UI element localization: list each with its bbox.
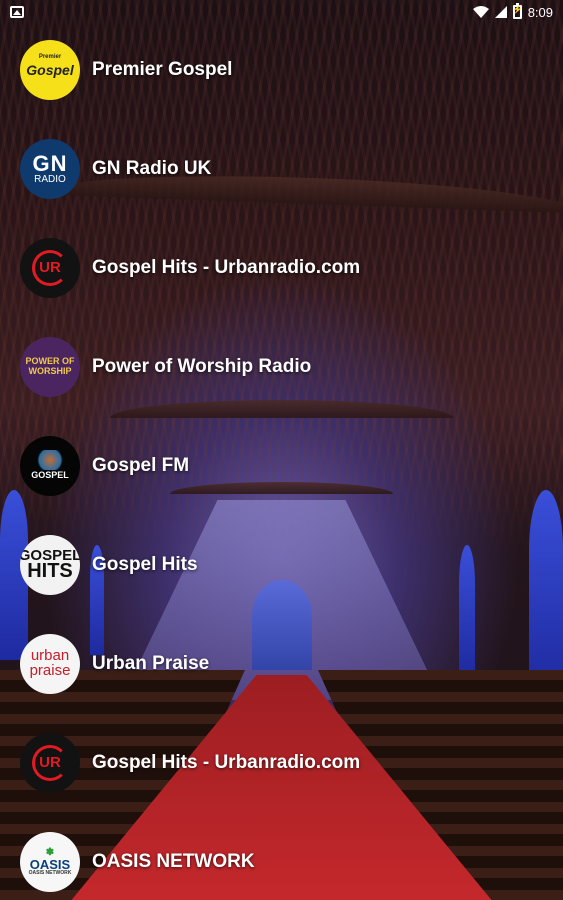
- image-notification-icon: [10, 6, 24, 18]
- station-logo: POWER OF WORSHIP: [20, 336, 80, 397]
- station-item-gn-radio-uk[interactable]: GN RADIO GN Radio UK: [0, 119, 563, 218]
- station-name: GN Radio UK: [92, 157, 212, 179]
- station-item-gospel-hits-urbanradio[interactable]: UR Gospel Hits - Urbanradio.com: [0, 218, 563, 317]
- station-name: Urban Praise: [92, 652, 210, 674]
- clock: 8:09: [527, 4, 553, 20]
- station-item-gospel-fm[interactable]: GOSPEL Gospel FM: [0, 416, 563, 515]
- station-logo: GOSPEL: [20, 435, 80, 496]
- station-name: Gospel Hits: [92, 553, 198, 575]
- station-logo: urban praise: [20, 633, 80, 694]
- station-name: Power of Worship Radio: [92, 355, 312, 377]
- station-logo: Premier Gospel: [20, 39, 80, 100]
- station-logo: UR: [20, 237, 80, 298]
- station-name: Gospel FM: [92, 454, 190, 476]
- station-item-power-of-worship[interactable]: POWER OF WORSHIP Power of Worship Radio: [0, 317, 563, 416]
- station-logo: ✽ OASIS OASIS NETWORK: [20, 831, 80, 892]
- station-item-urban-praise[interactable]: urban praise Urban Praise: [0, 614, 563, 713]
- station-logo: GN RADIO: [20, 138, 80, 199]
- station-item-oasis-network[interactable]: ✽ OASIS OASIS NETWORK OASIS NETWORK: [0, 812, 563, 900]
- signal-icon: [494, 6, 507, 18]
- station-name: Gospel Hits - Urbanradio.com: [92, 256, 361, 278]
- station-list: Premier Gospel Premier Gospel GN RADIO G…: [0, 20, 563, 900]
- station-name: Gospel Hits - Urbanradio.com: [92, 751, 361, 773]
- station-item-gospel-hits[interactable]: GOSPEL HITS Gospel Hits: [0, 515, 563, 614]
- station-logo: GOSPEL HITS: [20, 534, 80, 595]
- station-name: OASIS NETWORK: [92, 850, 255, 872]
- station-name: Premier Gospel: [92, 58, 233, 80]
- status-bar: 8:09: [0, 0, 563, 24]
- wifi-icon: [472, 6, 489, 18]
- station-item-gospel-hits-urbanradio-2[interactable]: UR Gospel Hits - Urbanradio.com: [0, 713, 563, 812]
- station-item-premier-gospel[interactable]: Premier Gospel Premier Gospel: [0, 20, 563, 119]
- station-logo: UR: [20, 732, 80, 793]
- battery-charging-icon: [512, 3, 523, 19]
